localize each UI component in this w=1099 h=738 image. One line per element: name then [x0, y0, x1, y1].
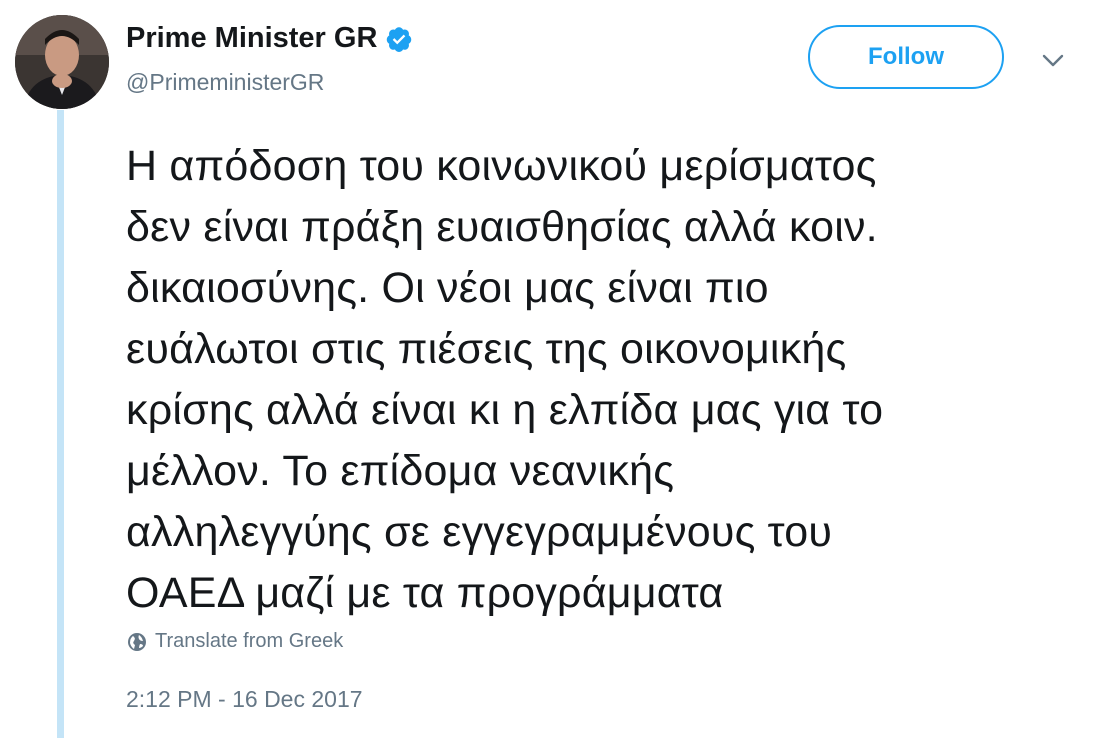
translate-label[interactable]: Translate from Greek — [155, 630, 343, 653]
translate-link[interactable]: Translate from Greek — [127, 630, 343, 653]
thread-line — [57, 110, 64, 738]
tweet-timestamp[interactable]: 2:12 PM - 16 Dec 2017 — [126, 686, 363, 713]
tweet-line: ευάλωτοι στις πιέσεις της οικονομικής — [126, 325, 847, 373]
follow-button[interactable]: Follow — [808, 25, 1004, 89]
tweet-line: μέλλον. Το επίδομα νεανικής — [126, 447, 675, 495]
more-options-button[interactable] — [1036, 48, 1070, 74]
tweet-line: Η απόδοση του κοινωνικού μερίσματος — [126, 142, 877, 190]
globe-icon — [127, 632, 147, 652]
chevron-down-icon — [1042, 54, 1064, 67]
tweet-line: δικαιοσύνης. Οι νέοι μας είναι πιο — [126, 264, 769, 312]
verified-badge-icon — [385, 25, 413, 53]
tweet-text: Η απόδοση του κοινωνικού μερίσματος δεν … — [126, 136, 1086, 624]
author-name[interactable]: Prime Minister GR — [126, 22, 377, 55]
tweet-line: ΟΑΕΔ μαζί με τα προγράμματα — [126, 569, 724, 617]
avatar-image — [15, 15, 109, 109]
tweet-line: δεν είναι πράξη ευαισθησίας αλλά κοιν. — [126, 203, 878, 251]
avatar[interactable] — [15, 15, 109, 109]
author-handle[interactable]: @PrimeministerGR — [126, 69, 324, 96]
author-name-row[interactable]: Prime Minister GR — [126, 22, 413, 55]
tweet-line: αλληλεγγύης σε εγγεγραμμένους του — [126, 508, 833, 556]
tweet-line: κρίσης αλλά είναι κι η ελπίδα μας για το — [126, 386, 884, 434]
